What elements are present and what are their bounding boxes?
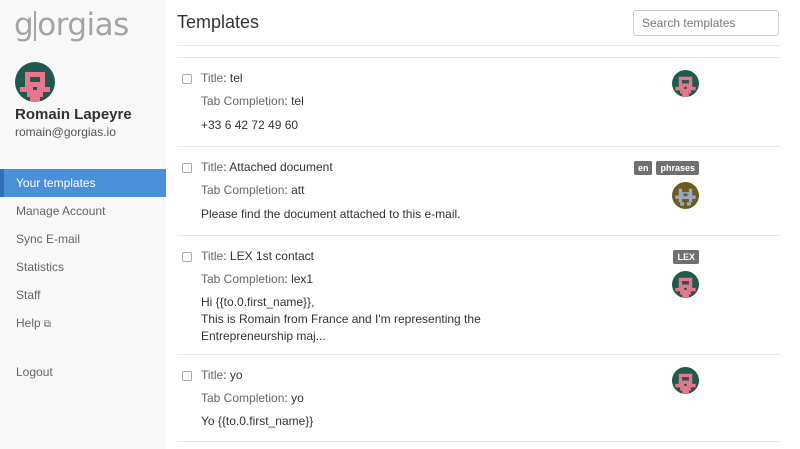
nav-sync-email[interactable]: Sync E-mail — [0, 225, 166, 253]
template-tab-completion: Tab Completion: lex1 — [201, 272, 314, 286]
author-avatar — [672, 271, 699, 298]
user-email: romain@gorgias.io — [15, 125, 116, 139]
sidebar-nav: Your templates Manage Account Sync E-mai… — [0, 169, 166, 337]
select-checkbox[interactable] — [182, 252, 192, 262]
nav-manage-account[interactable]: Manage Account — [0, 197, 166, 225]
page-title: Templates — [177, 12, 260, 32]
template-title: Title: LEX 1st contact — [201, 249, 314, 263]
template-row[interactable]: Title: tel Tab Completion: tel +33 6 42 … — [177, 57, 780, 146]
nav-help[interactable]: Help ⧉ — [0, 309, 166, 337]
nav-statistics[interactable]: Statistics — [0, 253, 166, 281]
external-link-icon: ⧉ — [43, 319, 51, 330]
nav-staff[interactable]: Staff — [0, 281, 166, 309]
header-divider — [177, 45, 780, 46]
template-tab-completion: Tab Completion: yo — [201, 391, 304, 405]
sidebar: g orgias Romain Lapeyre romain@gorgias.io… — [0, 0, 166, 449]
user-name: Romain Lapeyre — [15, 106, 132, 123]
template-tab-completion: Tab Completion: att — [201, 183, 305, 197]
tag-list: en phrases — [633, 161, 699, 175]
template-body: Hi {{to.0.first_name}}, This is Romain f… — [201, 295, 481, 343]
template-body: Please find the document attached to thi… — [201, 207, 461, 221]
nav-your-templates[interactable]: Your templates — [0, 169, 166, 197]
template-row[interactable]: Title: LEX 1st contact Tab Completion: l… — [177, 235, 780, 354]
template-row[interactable]: Title: Attached document Tab Completion:… — [177, 146, 780, 235]
template-title: Title: Attached document — [201, 160, 333, 174]
template-body: Yo {{to.0.first_name}} — [201, 414, 314, 428]
logout-link[interactable]: Logout — [16, 358, 53, 386]
template-row[interactable]: Title: yo Tab Completion: yo Yo {{to.0.f… — [177, 354, 780, 442]
tag-badge[interactable]: LEX — [673, 250, 699, 264]
template-tab-completion: Tab Completion: tel — [201, 94, 304, 108]
template-title: Title: tel — [201, 71, 243, 85]
select-checkbox[interactable] — [182, 74, 192, 84]
author-avatar — [672, 367, 699, 394]
user-avatar — [15, 62, 55, 102]
template-title: Title: yo — [201, 368, 243, 382]
author-avatar — [672, 182, 699, 209]
template-body: +33 6 42 72 49 60 — [201, 118, 299, 132]
search-input[interactable] — [633, 10, 779, 36]
tag-badge[interactable]: en — [633, 161, 653, 175]
gorgias-logo[interactable]: g orgias — [14, 7, 129, 43]
tag-list: LEX — [673, 250, 699, 264]
tag-badge[interactable]: phrases — [656, 161, 699, 175]
author-avatar — [672, 70, 699, 97]
select-checkbox[interactable] — [182, 163, 192, 173]
select-checkbox[interactable] — [182, 371, 192, 381]
template-list: Title: tel Tab Completion: tel +33 6 42 … — [177, 57, 780, 442]
